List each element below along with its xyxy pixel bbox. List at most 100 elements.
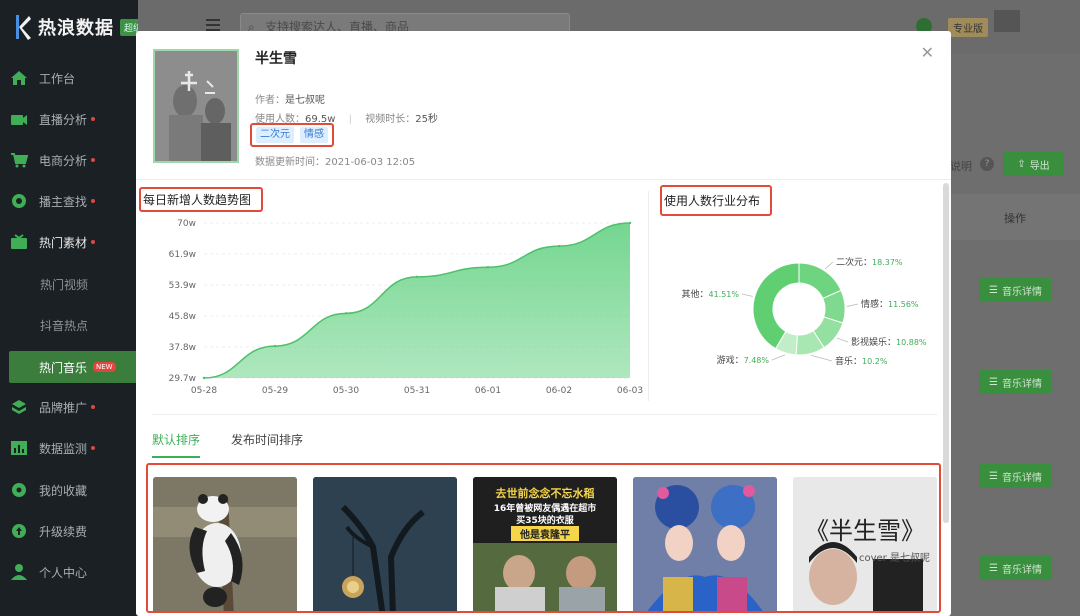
- opera-thumbnail: [633, 477, 777, 611]
- sidebar-item-label: 热门素材: [39, 235, 88, 250]
- sidebar-item-douyin-trending[interactable]: 抖音热点: [0, 305, 138, 345]
- music-detail-button[interactable]: ☰ 音乐详情: [979, 370, 1052, 394]
- scrollbar[interactable]: [943, 183, 949, 523]
- distribution-chart-title: 使用人数行业分布: [660, 185, 773, 216]
- logo[interactable]: 热浪数据 超级版: [10, 12, 156, 42]
- sidebar-item-label: 热门音乐: [39, 360, 88, 375]
- slice-label: 游戏：7.48%: [717, 354, 770, 366]
- leader-line: [837, 337, 849, 343]
- notification-dot: [91, 199, 96, 203]
- video-card-yuan-longping[interactable]: 去世前念念不忘水稻 16年曾被网友偶遇在超市 买35块的衣服 他是袁隆平: [473, 477, 617, 611]
- sidebar-item-hot-video[interactable]: 热门视频: [0, 264, 138, 304]
- data-point: [344, 312, 348, 315]
- y-tick-label: 53.9w: [169, 281, 196, 291]
- edition-label: 专业版: [948, 18, 988, 37]
- x-tick-label: 05-28: [191, 386, 217, 396]
- gear-search-icon: [9, 191, 29, 211]
- x-tick-label: 05-29: [262, 386, 288, 396]
- duration: 25秒: [415, 114, 438, 125]
- avatar[interactable]: [994, 10, 1020, 32]
- monitor-icon: [9, 438, 29, 458]
- help-icon[interactable]: ?: [980, 157, 994, 171]
- sidebar-item-hot-material[interactable]: 热门素材: [0, 222, 138, 262]
- music-detail-button[interactable]: ☰ 音乐详情: [979, 278, 1052, 302]
- leader-line: [771, 354, 786, 361]
- sidebar-item-upgrade[interactable]: 升级续费: [0, 511, 138, 551]
- tag[interactable]: 二次元: [256, 127, 294, 143]
- cart-icon: [9, 150, 29, 170]
- notification-dot: [91, 117, 96, 121]
- sidebar-item-label: 个人中心: [39, 565, 88, 580]
- leader-line: [846, 303, 859, 307]
- panda-thumbnail: [153, 477, 297, 611]
- slice-label: 影视娱乐：10.88%: [851, 336, 927, 348]
- sidebar-item-creator-search[interactable]: 播主查找: [0, 181, 138, 221]
- sidebar-item-label: 抖音热点: [40, 318, 89, 333]
- list-icon: ☰: [989, 470, 998, 482]
- tab-publish-time-sort[interactable]: 发布时间排序: [231, 431, 303, 448]
- video-caption: 去世前念念不忘水稻: [495, 487, 595, 500]
- music-cover: [153, 49, 239, 163]
- close-icon[interactable]: ✕: [921, 43, 934, 62]
- video-card-panda[interactable]: [153, 477, 297, 611]
- x-tick-label: 05-31: [404, 386, 430, 396]
- video-list: 去世前念念不忘水稻 16年曾被网友偶遇在超市 买35块的衣服 他是袁隆平 《半生…: [146, 463, 941, 613]
- data-point: [273, 344, 277, 348]
- slice-label: 音乐：10.2%: [835, 355, 888, 367]
- sidebar-item-label: 品牌推广: [39, 400, 88, 415]
- sidebar: 热浪数据 超级版 工作台 直播分析 电商分析 播主查找 热门素材 热门视频 抖音…: [0, 0, 156, 616]
- divider: [152, 414, 937, 415]
- sidebar-item-favorites[interactable]: 我的收藏: [0, 470, 138, 510]
- y-tick-label: 29.7w: [169, 374, 196, 384]
- update-time-row: 数据更新时间：2021-06-03 12:05: [255, 157, 416, 168]
- music-detail-modal: ✕ 半生雪 作者：是七叔呢 使用人数：69.5w | 视频时长：25秒 二次元 …: [136, 31, 951, 616]
- y-tick-label: 61.9w: [169, 250, 196, 260]
- sidebar-item-monitor[interactable]: 数据监测: [0, 428, 138, 468]
- sidebar-item-hot-music[interactable]: 热门音乐 NEW: [9, 351, 138, 383]
- data-point: [202, 376, 206, 380]
- sidebar-item-profile[interactable]: 个人中心: [0, 552, 138, 592]
- slice-label: 二次元：18.37%: [836, 256, 903, 268]
- divider: [136, 179, 951, 180]
- slice-label: 情感：11.56%: [861, 298, 919, 310]
- data-point: [415, 275, 419, 279]
- media-icon: [9, 232, 29, 252]
- data-point: [557, 244, 561, 248]
- sidebar-item-ecommerce[interactable]: 电商分析: [0, 140, 138, 180]
- notification-dot: [91, 446, 96, 450]
- sidebar-item-live[interactable]: 直播分析: [0, 99, 138, 139]
- tab-default-sort[interactable]: 默认排序: [152, 431, 201, 458]
- export-button[interactable]: ⇪ 导出: [1003, 152, 1064, 176]
- music-detail-button[interactable]: ☰ 音乐详情: [979, 464, 1052, 488]
- app-name: 热浪数据: [38, 18, 114, 39]
- notification-dot: [91, 240, 96, 244]
- video-card-opera[interactable]: [633, 477, 777, 611]
- data-point: [486, 266, 490, 269]
- notification-dot: [91, 405, 96, 409]
- leader-line: [811, 355, 833, 362]
- home-icon: [9, 68, 29, 88]
- sidebar-item-label: 直播分析: [39, 112, 88, 127]
- sidebar-item-brand[interactable]: 品牌推广: [0, 387, 138, 427]
- distribution-chart: 二次元：18.37% 情感：11.56% 影视娱乐：10.88% 音乐：10.2% 游戏…: [681, 256, 927, 367]
- slice-label: 其他：41.51%: [681, 288, 739, 300]
- menu-toggle-icon[interactable]: [206, 19, 220, 31]
- action-column-header: 操作: [1004, 212, 1026, 225]
- tag[interactable]: 情感: [300, 127, 328, 143]
- data-point: [628, 221, 632, 225]
- sidebar-item-workbench[interactable]: 工作台: [0, 58, 138, 98]
- brand-icon: [9, 397, 29, 417]
- music-detail-button[interactable]: ☰ 音乐详情: [979, 556, 1052, 580]
- video-card-night-tree[interactable]: [313, 477, 457, 611]
- explain-link[interactable]: 说明: [950, 158, 972, 174]
- x-tick-label: 06-01: [475, 386, 501, 396]
- upgrade-icon: [9, 521, 29, 541]
- video-card-cover-song[interactable]: 《半生雪》 cover 是七叔呢: [793, 477, 937, 611]
- x-tick-label: 06-02: [546, 386, 572, 396]
- live-icon: [9, 109, 29, 129]
- sidebar-item-label: 热门视频: [40, 277, 89, 292]
- export-icon: ⇪: [1017, 158, 1026, 170]
- update-time: 2021-06-03 12:05: [325, 157, 416, 168]
- list-icon: ☰: [989, 376, 998, 388]
- sidebar-item-label: 数据监测: [39, 441, 88, 456]
